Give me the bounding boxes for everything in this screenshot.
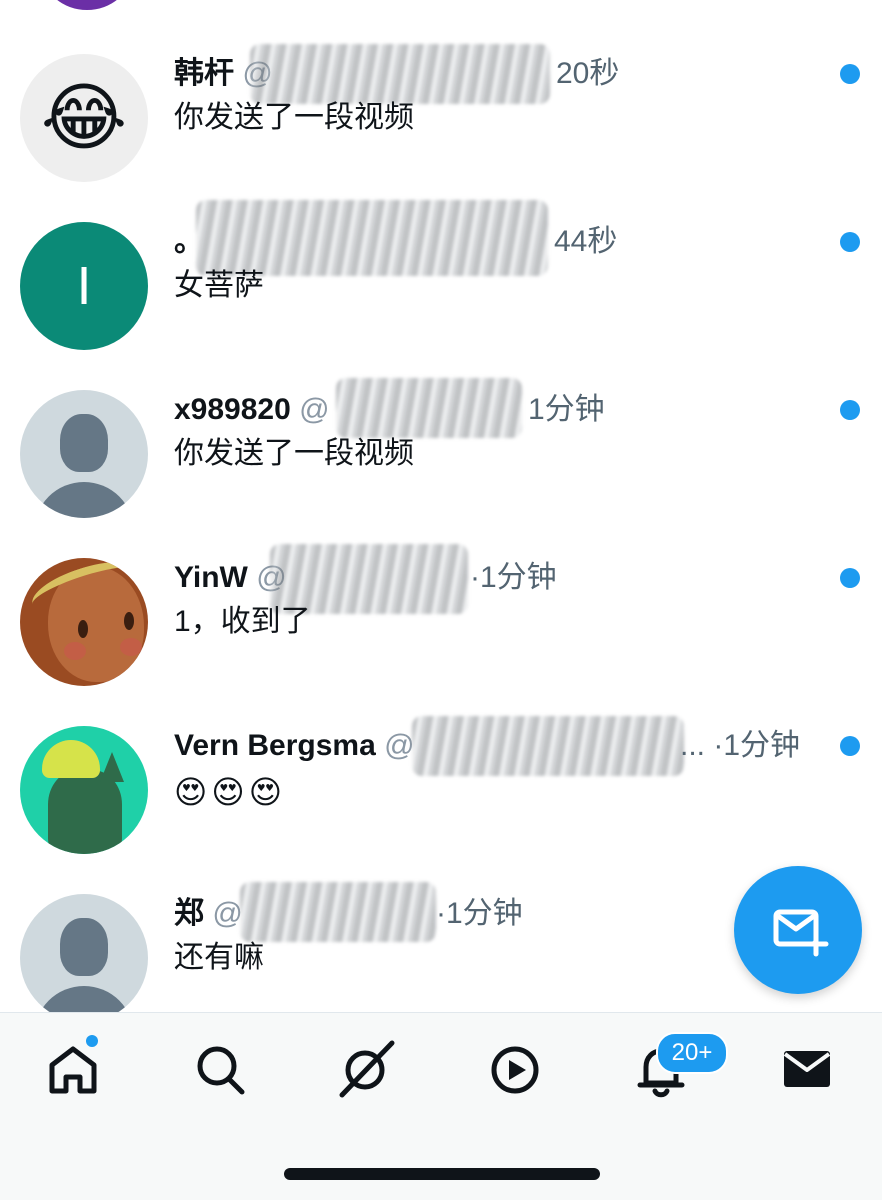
timestamp: 1分钟 <box>528 393 605 426</box>
redaction <box>412 716 684 776</box>
nav-video[interactable] <box>480 1033 550 1103</box>
search-icon <box>197 1046 245 1095</box>
conversation-row[interactable]: 😂 韩杆 @ 20秒 你发送了一段视频 <box>0 40 882 200</box>
nav-grok[interactable] <box>330 1033 400 1103</box>
conversation-row[interactable]: I 。 44秒 女菩萨 <box>0 200 882 368</box>
avatar[interactable] <box>20 726 148 854</box>
unread-indicator <box>840 232 860 252</box>
nav-search[interactable] <box>186 1033 256 1103</box>
nav-messages[interactable] <box>772 1033 842 1103</box>
default-avatar-body <box>34 482 134 518</box>
display-name: 韩杆 <box>174 57 234 90</box>
redaction <box>196 200 548 276</box>
avatar-character <box>48 770 122 854</box>
redaction <box>240 882 436 942</box>
timestamp: ... ·1分钟 <box>680 729 801 762</box>
redaction <box>336 378 522 438</box>
grok-icon <box>339 1040 395 1098</box>
display-name: Vern Bergsma <box>174 729 376 762</box>
avatar-eye <box>78 620 88 638</box>
message-preview: 1，收到了 <box>174 605 311 638</box>
redaction <box>250 44 550 104</box>
unread-indicator <box>840 568 860 588</box>
home-icon <box>49 1046 97 1094</box>
timestamp: 20秒 <box>556 57 620 90</box>
avatar-hat <box>42 740 100 778</box>
video-icon <box>491 1046 539 1094</box>
display-name: 郑 <box>174 897 204 930</box>
new-message-icon <box>773 909 829 957</box>
avatar-cheek <box>64 642 86 660</box>
avatar-eye <box>124 612 134 630</box>
timestamp: 44秒 <box>554 225 618 258</box>
new-message-button[interactable] <box>734 866 862 994</box>
avatar-ear <box>100 752 124 782</box>
display-name: x989820 <box>174 393 291 426</box>
name-line: x989820 @ <box>174 390 330 430</box>
display-name: YinW <box>174 561 248 594</box>
handle: @ <box>299 393 330 426</box>
laughing-emoji-icon: 😂 <box>40 76 128 159</box>
name-line: 郑 @ <box>174 894 243 934</box>
message-preview: 😍😍😍 <box>174 774 287 810</box>
home-indicator[interactable] <box>284 1168 600 1180</box>
avatar-letter: I <box>76 256 92 316</box>
unread-indicator <box>840 736 860 756</box>
messages-icon <box>783 1051 831 1087</box>
avatar[interactable] <box>20 894 148 1022</box>
timestamp: ·1分钟 <box>470 561 557 594</box>
message-preview: 女菩萨 <box>174 269 264 302</box>
avatar-partial[interactable] <box>42 0 132 10</box>
timestamp: ·1分钟 <box>436 897 523 930</box>
nav-home[interactable] <box>38 1033 108 1103</box>
name-line: Vern Bergsma @ <box>174 726 415 766</box>
message-preview: 还有嘛 <box>174 941 264 974</box>
message-preview: 你发送了一段视频 <box>174 101 414 134</box>
unread-indicator <box>840 64 860 84</box>
default-avatar-head <box>60 918 108 976</box>
handle: @ <box>384 729 415 762</box>
avatar[interactable] <box>20 558 148 686</box>
default-avatar-head <box>60 414 108 472</box>
avatar[interactable]: 😂 <box>20 54 148 182</box>
home-notification-dot <box>86 1035 98 1047</box>
notification-badge: 20+ <box>656 1032 728 1074</box>
message-preview: 你发送了一段视频 <box>174 437 414 470</box>
unread-indicator <box>840 400 860 420</box>
avatar[interactable] <box>20 390 148 518</box>
handle: @ <box>212 897 243 930</box>
avatar[interactable]: I <box>20 222 148 350</box>
conversation-row[interactable]: Vern Bergsma @ ... ·1分钟 😍😍😍 <box>0 712 882 872</box>
avatar-cheek <box>120 638 142 656</box>
conversation-row[interactable]: YinW @ ·1分钟 1，收到了 <box>0 544 882 704</box>
conversation-row[interactable]: x989820 @ 1分钟 你发送了一段视频 <box>0 376 882 536</box>
